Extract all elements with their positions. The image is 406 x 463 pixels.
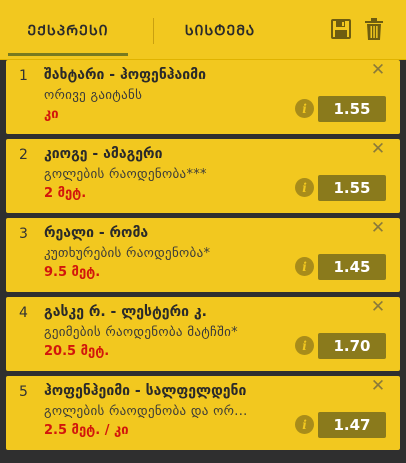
- match-name: კიოგე - ამაგერი: [44, 146, 163, 162]
- selection: 20.5 მეტ.: [44, 344, 110, 359]
- save-icon[interactable]: [328, 16, 354, 42]
- bet-number: 3: [19, 226, 28, 242]
- remove-bet-close-icon[interactable]: ✕: [370, 62, 386, 79]
- bet-item: 1 შახტარი - ჰოფენჰაიმი ორივე გაიტანს კი …: [6, 60, 400, 134]
- match-name: შახტარი - ჰოფენჰაიმი: [44, 67, 207, 83]
- market-name: გოლების რაოდენობა***: [44, 167, 207, 182]
- bet-number: 2: [19, 147, 28, 163]
- info-icon[interactable]: i: [295, 415, 314, 434]
- market-name: გეიმების რაოდენობა მატჩში*: [44, 325, 238, 340]
- market-name: ორივე გაიტანს: [44, 88, 143, 103]
- betslip-header: ᲔᲥᲡᲞᲠᲔᲡᲘ ᲡᲘᲡᲢᲔᲛᲐ: [0, 0, 406, 60]
- bet-number: 1: [19, 68, 28, 84]
- bet-item: 5 ჰოფენჰეიმი - სალფელდენი გოლების რაოდენ…: [6, 376, 400, 450]
- active-tab-indicator: [8, 53, 128, 56]
- remove-bet-close-icon[interactable]: ✕: [370, 378, 386, 395]
- floppy-disk-icon: [331, 19, 351, 39]
- market-name: კუთხურების რაოდენობა*: [44, 246, 211, 261]
- bet-item: 3 რეალი - რომა კუთხურების რაოდენობა* 9.5…: [6, 218, 400, 292]
- info-icon[interactable]: i: [295, 336, 314, 355]
- delete-all-icon: [365, 18, 383, 40]
- match-name: გასკე რ. - ლესტერი კ.: [44, 304, 207, 320]
- match-name: ჰოფენჰეიმი - სალფელდენი: [44, 383, 247, 399]
- trash-icon[interactable]: [361, 16, 387, 42]
- remove-bet-close-icon[interactable]: ✕: [370, 299, 386, 316]
- tab-system[interactable]: ᲡᲘᲡᲢᲔᲛᲐ: [160, 0, 280, 60]
- info-icon[interactable]: i: [295, 99, 314, 118]
- info-icon[interactable]: i: [295, 257, 314, 276]
- market-name: გოლების რაოდენობა და ორ...: [44, 404, 248, 419]
- bet-item: 2 კიოგე - ამაგერი გოლების რაოდენობა*** 2…: [6, 139, 400, 213]
- selection: 9.5 მეტ.: [44, 265, 101, 280]
- odds-value[interactable]: 1.45: [318, 254, 386, 280]
- tab-express[interactable]: ᲔᲥᲡᲞᲠᲔᲡᲘ: [8, 0, 128, 60]
- odds-value[interactable]: 1.55: [318, 96, 386, 122]
- match-name: რეალი - რომა: [44, 225, 149, 241]
- selection: 2 მეტ.: [44, 186, 87, 201]
- odds-value[interactable]: 1.47: [318, 412, 386, 438]
- odds-value[interactable]: 1.70: [318, 333, 386, 359]
- tab-divider: [153, 18, 154, 44]
- remove-bet-close-icon[interactable]: ✕: [370, 220, 386, 237]
- info-icon[interactable]: i: [295, 178, 314, 197]
- bet-item: 4 გასკე რ. - ლესტერი კ. გეიმების რაოდენო…: [6, 297, 400, 371]
- remove-bet-close-icon[interactable]: ✕: [370, 141, 386, 158]
- odds-value[interactable]: 1.55: [318, 175, 386, 201]
- bet-number: 5: [19, 384, 28, 400]
- bet-number: 4: [19, 305, 28, 321]
- selection: კი: [44, 107, 59, 122]
- selection: 2.5 მეტ. / კი: [44, 423, 129, 438]
